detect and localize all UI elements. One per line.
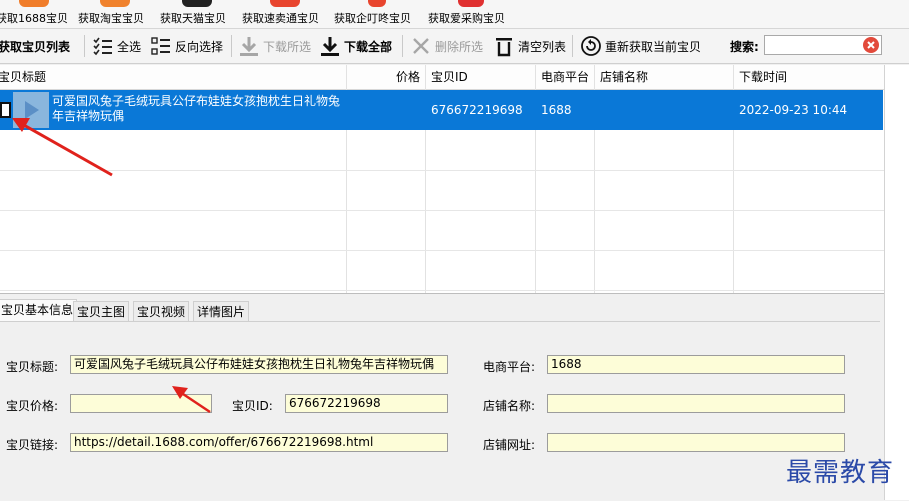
watermark-text: 最需教育 [786, 458, 895, 488]
red-arrow-icon [12, 118, 113, 177]
annotation-arrows [12, 118, 211, 414]
red-arrow-icon [172, 386, 211, 414]
